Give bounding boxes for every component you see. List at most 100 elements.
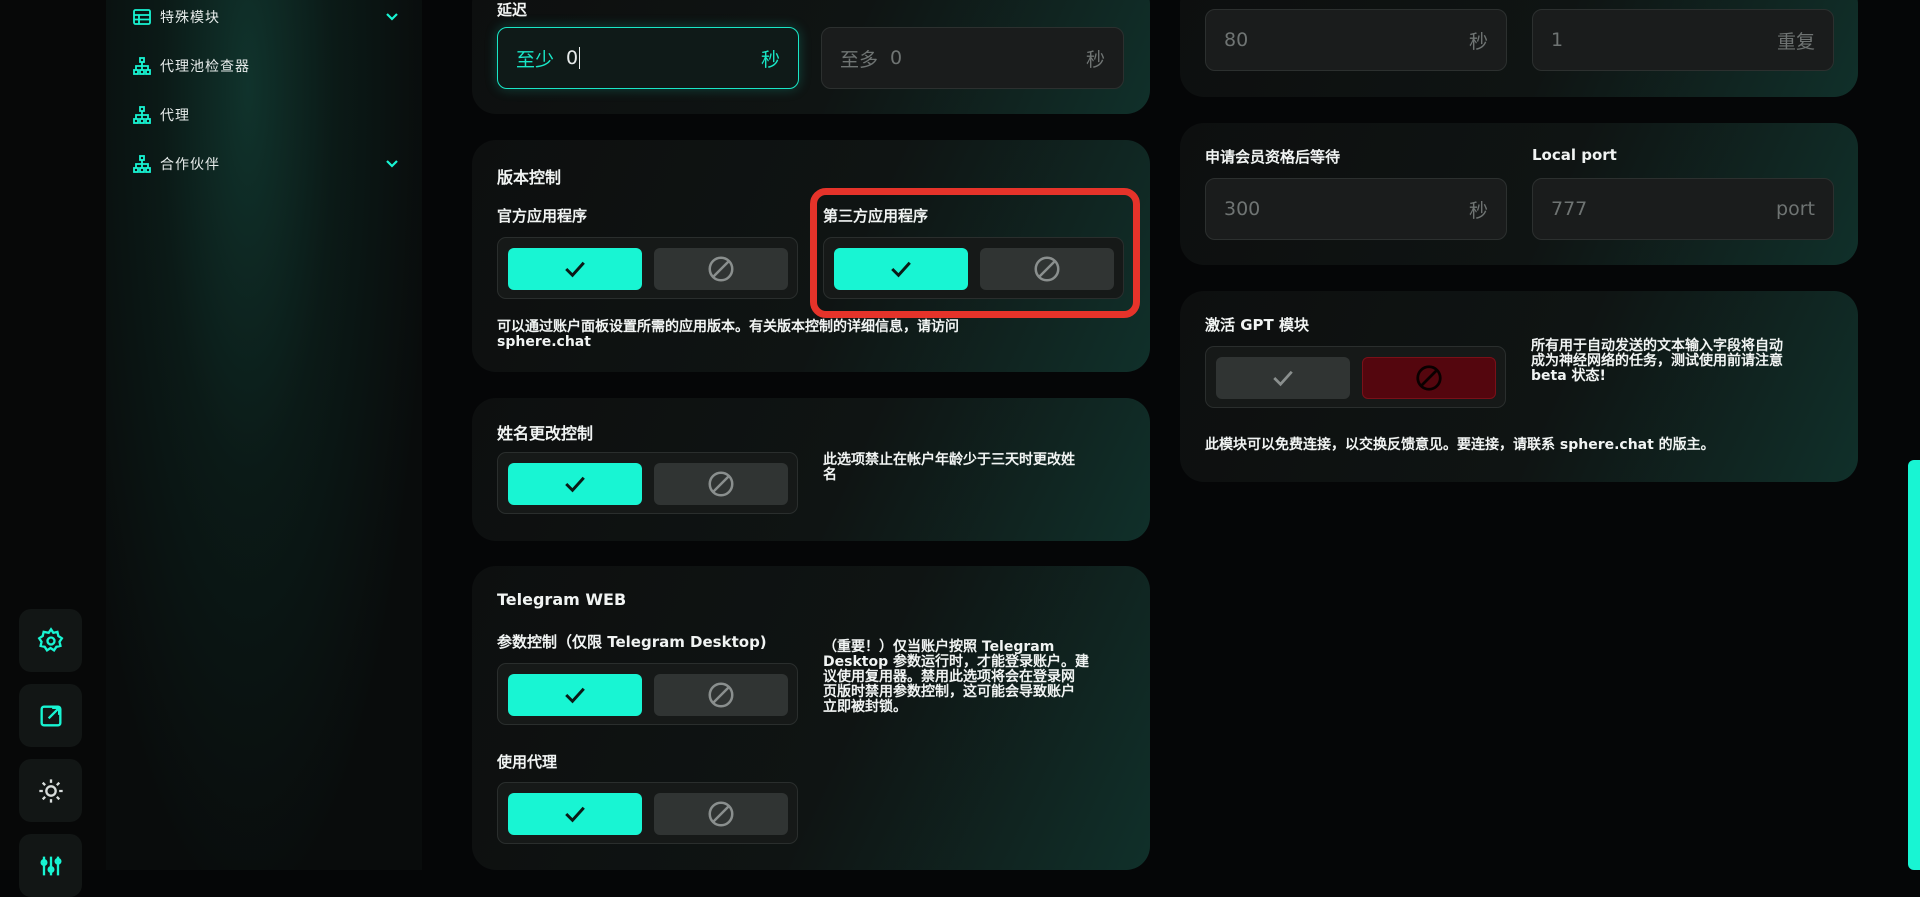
official-app-enable-button[interactable] [508,248,642,290]
scrollbar-thumb[interactable] [1908,460,1920,870]
delay-max-value: 0 [890,47,903,69]
interval-input[interactable]: 80 秒 [1205,9,1507,71]
sidebar-item-special-modules[interactable]: 特殊模块 [132,3,402,31]
name-change-disable-button[interactable] [654,463,788,505]
port-value: 777 [1551,198,1588,220]
use-proxy-toggle [497,782,798,844]
delay-max-input[interactable]: 至多 0 秒 [821,27,1124,89]
block-icon [708,801,734,827]
gpt-module-title: 激活 GPT 模块 [1205,316,1309,334]
version-control-title: 版本控制 [497,168,562,187]
sidebar-item-proxy[interactable]: 代理 [132,101,402,129]
use-proxy-enable-button[interactable] [508,793,642,835]
sphere-chat-link[interactable]: sphere.chat [497,335,1117,350]
description-line: 立即被封锁。 [823,699,907,715]
check-icon [1273,370,1293,387]
sidebar-item-proxy-pool-checker[interactable]: 代理池检查器 [132,52,402,80]
interval-value: 80 [1224,29,1249,51]
gpt-module-enable-button[interactable] [1216,357,1350,399]
sliders-icon [40,856,61,875]
highlight-box [810,188,1140,318]
gpt-module-card: 激活 GPT 模块 所有用于自动发送的文本输入字段将自动 成为神经网络的任务，测… [1180,291,1858,482]
wait-after-apply-label: 申请会员资格后等待 [1205,148,1341,166]
telegram-web-description: （重要！）仅当账户按照 Telegram Desktop 参数运行时，才能登录账… [823,640,1133,715]
block-icon [708,682,734,708]
use-proxy-label: 使用代理 [497,753,558,771]
gpt-module-toggle [1205,346,1506,408]
official-app-disable-button[interactable] [654,248,788,290]
param-control-label: 参数控制（仅限 Telegram Desktop) [497,633,767,651]
membership-card: 申请会员资格后等待 300 秒 Local port 777 port [1180,123,1858,265]
sidebar-item-label: 代理池检查器 [160,59,250,75]
note-line: 成为神经网络的任务，测试使用前请注意 [1531,353,1783,369]
block-icon [708,471,734,497]
delay-title: 延迟 [497,1,528,19]
description-line: 此选项禁止在帐户年龄少于三天时更改姓 [823,452,1075,468]
telegram-web-card: Telegram WEB 参数控制（仅限 Telegram Desktop) 使… [472,566,1150,870]
open-external-button[interactable] [19,684,82,747]
table-icon [132,7,152,27]
telegram-web-title: Telegram WEB [497,590,627,609]
sidebar-item-label: 代理 [160,108,190,124]
description-line: 名 [823,467,837,483]
divider [422,0,446,870]
description-line: 页版时禁用参数控制，这可能会导致账户 [823,684,1075,700]
interval-unit: 秒 [1468,30,1488,53]
check-icon [565,687,585,704]
hierarchy-icon [132,154,152,174]
repeat-card: 80 秒 1 重复 [1180,0,1858,97]
repeat-value: 1 [1551,29,1564,51]
block-icon [1416,365,1442,391]
name-change-description: 此选项禁止在帐户年龄少于三天时更改姓 名 [823,453,1133,483]
delay-min-unit: 秒 [760,48,780,71]
delay-min-input[interactable]: 至少 0 秒 [497,27,799,89]
use-proxy-disable-button[interactable] [654,793,788,835]
settings-button[interactable] [19,609,82,672]
sidebar-item-label: 特殊模块 [160,10,220,26]
description-line: 可以通过账户面板设置所需的应用版本。有关版本控制的详细信息，请访问 [497,319,959,335]
icon-rail [0,0,106,897]
local-port-input[interactable]: 777 port [1532,178,1834,240]
delay-min-value: 0 [566,47,579,69]
wait-after-apply-input[interactable]: 300 秒 [1205,178,1507,240]
block-icon [708,256,734,282]
chevron-down-icon[interactable] [382,154,402,174]
description-line: Desktop 参数运行时，才能登录账户。建 [823,654,1089,670]
param-control-disable-button[interactable] [654,674,788,716]
delay-max-unit: 秒 [1085,48,1105,71]
note-line: 所有用于自动发送的文本输入字段将自动 [1531,338,1783,354]
port-unit: port [1776,198,1815,220]
official-app-label: 官方应用程序 [497,207,588,225]
name-change-card: 姓名更改控制 此选项禁止在帐户年龄少于三天时更改姓 名 [472,398,1150,541]
gpt-module-footer: 此模块可以免费连接，以交换反馈意见。要连接，请联系 sphere.chat 的版… [1205,437,1715,453]
delay-min-prefix: 至少 [516,48,555,71]
official-app-toggle [497,237,798,299]
param-control-toggle [497,663,798,725]
note-line: beta 状态! [1531,368,1606,384]
sidebar: 特殊模块 代理池检查器 代理 合作伙伴 [106,0,422,870]
gpt-module-side-note: 所有用于自动发送的文本输入字段将自动 成为神经网络的任务，测试使用前请注意 be… [1531,339,1841,384]
external-link-icon [40,705,61,726]
delay-max-prefix: 至多 [840,48,879,71]
gpt-module-disable-button[interactable] [1362,357,1496,399]
check-icon [565,806,585,823]
local-port-label: Local port [1532,146,1617,164]
wait-value: 300 [1224,198,1261,220]
repeat-unit: 重复 [1776,30,1815,53]
hierarchy-icon [132,56,152,76]
gear-icon [37,626,63,652]
param-control-enable-button[interactable] [508,674,642,716]
sidebar-item-label: 合作伙伴 [160,157,220,173]
theme-toggle-button[interactable] [19,759,82,822]
sidebar-item-partners[interactable]: 合作伙伴 [132,150,402,178]
version-control-description: 可以通过账户面板设置所需的应用版本。有关版本控制的详细信息，请访问 sphere… [497,320,1117,350]
description-line: （重要！）仅当账户按照 Telegram [823,639,1055,655]
repeat-input[interactable]: 1 重复 [1532,9,1834,71]
wait-unit: 秒 [1468,199,1488,222]
name-change-toggle [497,452,798,514]
name-change-enable-button[interactable] [508,463,642,505]
hierarchy-icon [132,105,152,125]
text-caret [579,47,581,69]
chevron-down-icon[interactable] [382,7,402,27]
sliders-button[interactable] [19,834,82,897]
